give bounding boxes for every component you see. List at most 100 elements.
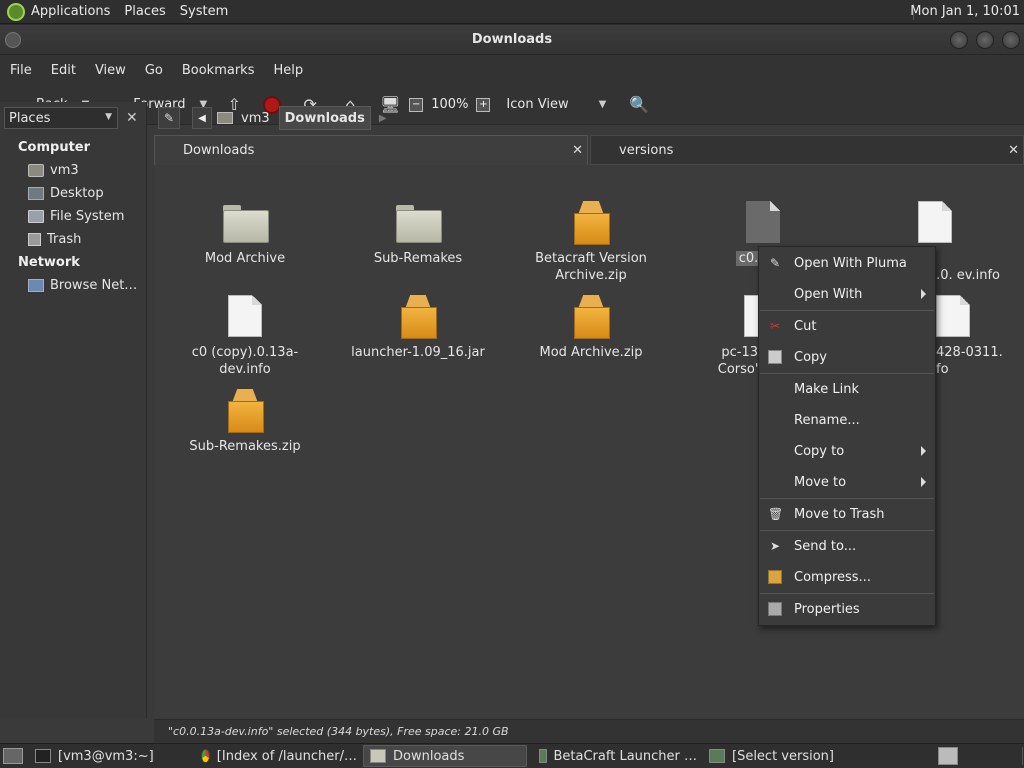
file-item[interactable]: Mod Archive — [170, 193, 320, 267]
close-button[interactable] — [1002, 31, 1020, 49]
task-select-version[interactable]: [Select version] — [703, 745, 863, 767]
menu-item-send-to[interactable]: ➤ Send to... — [759, 531, 935, 562]
clock[interactable]: Mon Jan 1, 10:01 — [910, 0, 1020, 24]
menu-item-open-with-pluma[interactable]: ✎ Open With Pluma — [759, 248, 935, 279]
sidebar-type-select[interactable]: Places ▼ — [4, 107, 118, 129]
menu-item-rename[interactable]: Rename... — [759, 405, 935, 436]
task-label: [Index of /launcher/… — [216, 748, 357, 764]
file-name: Sub-Remakes — [373, 251, 463, 266]
task-label: BetaCraft Launcher … — [553, 748, 698, 764]
sidebar-item-trash[interactable]: Trash — [0, 228, 146, 251]
menu-item-label: Copy to — [794, 444, 845, 459]
task-chrome[interactable]: [Index of /launcher/… — [195, 745, 357, 767]
task-terminal[interactable]: [vm3@vm3:~] — [29, 745, 189, 767]
menu-item-label: Send to... — [794, 539, 857, 554]
menu-item-label: Compress... — [794, 570, 871, 585]
sidebar-item-desktop[interactable]: Desktop — [0, 182, 146, 205]
menu-item-copy[interactable]: Copy — [759, 342, 935, 373]
file-name: launcher-1.09_16.jar — [351, 345, 485, 360]
sidebar-item-browse-network[interactable]: Browse Net… — [0, 274, 146, 297]
window-menu-icon[interactable] — [5, 32, 21, 48]
menu-item-move-to-trash[interactable]: 🗑 Move to Trash — [759, 499, 935, 530]
sidebar-item-file-system[interactable]: File System — [0, 205, 146, 228]
menu-help[interactable]: Help — [267, 63, 309, 78]
sidebar-heading-computer: Computer — [18, 140, 91, 155]
sidebar-item-vm3[interactable]: vm3 — [0, 159, 146, 182]
terminal-icon — [35, 749, 51, 763]
menu-item-label: Open With Pluma — [794, 256, 907, 271]
archive-icon — [574, 295, 610, 339]
show-desktop-icon[interactable] — [3, 748, 23, 764]
copy-icon — [768, 350, 782, 364]
task-label: [Select version] — [732, 748, 834, 764]
file-name: Sub-Remakes.zip — [189, 439, 301, 454]
menu-file[interactable]: File — [4, 63, 38, 78]
tray-window-icon[interactable] — [938, 747, 958, 765]
maximize-button[interactable] — [976, 31, 994, 49]
text-file-icon — [746, 201, 780, 243]
menu-item-open-with[interactable]: Open With — [759, 279, 935, 310]
breadcrumb-vm3[interactable]: vm3 — [212, 106, 275, 130]
tab-downloads[interactable]: Downloads ✕ — [154, 135, 588, 165]
menu-item-copy-to[interactable]: Copy to — [759, 436, 935, 467]
text-file-icon — [936, 295, 970, 337]
scissors-icon: ✂ — [769, 319, 781, 333]
menu-edit[interactable]: Edit — [45, 63, 82, 78]
file-item[interactable]: Mod Archive.zip — [516, 287, 666, 361]
task-downloads[interactable]: Downloads — [363, 745, 527, 767]
desktop-icon — [28, 187, 44, 200]
status-bar: "c0.0.13a-dev.info" selected (344 bytes)… — [154, 719, 1024, 743]
menu-item-make-link[interactable]: Make Link — [759, 374, 935, 405]
sidebar-item-label: Browse Net… — [50, 278, 138, 293]
chevron-down-icon: ▼ — [105, 112, 112, 122]
minimize-button[interactable] — [950, 31, 968, 49]
file-item[interactable]: 428-0311. fo — [936, 287, 1016, 378]
menu-item-move-to[interactable]: Move to — [759, 467, 935, 498]
menu-item-properties[interactable]: Properties — [759, 594, 935, 625]
close-icon[interactable]: ✕ — [572, 143, 583, 158]
file-name: Betacraft Version Archive.zip — [535, 251, 647, 283]
menu-item-label: Open With — [794, 287, 863, 302]
pluma-icon: ✎ — [769, 256, 781, 270]
file-item[interactable]: Sub-Remakes.zip — [170, 381, 320, 455]
file-item[interactable]: Sub-Remakes — [343, 193, 493, 267]
breadcrumb-downloads[interactable]: Downloads — [278, 106, 371, 130]
window-title: Downloads — [471, 32, 553, 47]
text-file-icon — [228, 295, 262, 337]
tab-label: Downloads — [183, 143, 255, 158]
tab-bar: Downloads ✕ versions ✕ — [154, 135, 1024, 165]
sidebar-close-icon[interactable]: ✕ — [126, 110, 138, 126]
task-betacraft-launcher[interactable]: BetaCraft Launcher … — [533, 745, 697, 767]
menu-item-compress[interactable]: Compress... — [759, 562, 935, 593]
menubar: File Edit View Go Bookmarks Help — [0, 55, 1024, 85]
menu-view[interactable]: View — [89, 63, 132, 78]
system-menu[interactable]: System — [174, 0, 236, 24]
mate-logo-icon[interactable] — [7, 2, 25, 21]
menu-go[interactable]: Go — [139, 63, 169, 78]
file-item[interactable]: launcher-1.09_16.jar — [343, 287, 493, 361]
tab-versions[interactable]: versions ✕ — [590, 135, 1024, 165]
send-icon: ➤ — [769, 539, 781, 553]
menu-item-label: Move to — [794, 475, 847, 490]
places-menu[interactable]: Places — [118, 0, 173, 24]
file-item[interactable]: c0 (copy).0.13a-dev.info — [170, 287, 320, 378]
menu-item-cut[interactable]: ✂ Cut — [759, 311, 935, 342]
home-icon — [217, 112, 233, 124]
folder-icon — [223, 205, 269, 243]
applications-menu[interactable]: Applications — [25, 0, 118, 24]
java-icon — [539, 749, 547, 763]
file-item[interactable]: Betacraft Version Archive.zip — [516, 193, 666, 284]
menu-bookmarks[interactable]: Bookmarks — [176, 63, 261, 78]
titlebar[interactable]: Downloads — [0, 25, 1024, 55]
breadcrumb-right-arrow-icon[interactable]: ▶ — [379, 113, 387, 124]
toggle-location-entry-button[interactable]: ✎ — [158, 107, 180, 129]
sidebar-item-label: File System — [50, 209, 125, 224]
close-icon[interactable]: ✕ — [1008, 143, 1019, 158]
sidebar-item-label: Trash — [47, 232, 82, 247]
breadcrumb-left-arrow-icon[interactable]: ◀ — [192, 107, 212, 129]
sidebar-item-label: vm3 — [50, 163, 79, 178]
archive-icon — [574, 201, 610, 245]
breadcrumb-label: Downloads — [284, 110, 365, 126]
folder-icon — [396, 205, 442, 243]
archive-icon — [228, 389, 264, 433]
